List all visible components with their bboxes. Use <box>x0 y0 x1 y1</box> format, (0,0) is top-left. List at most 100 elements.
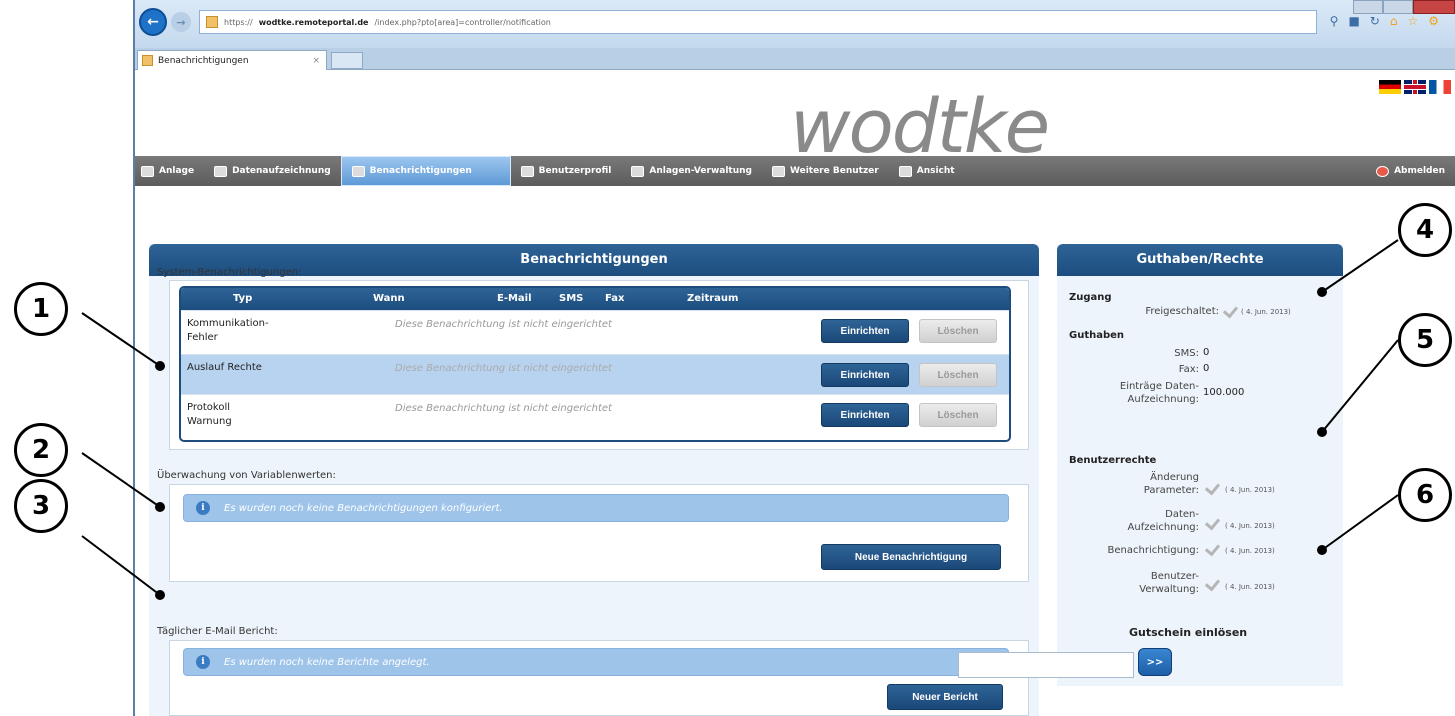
menu-item-weitere-benutzer[interactable]: Weitere Benutzer <box>762 156 889 186</box>
new-report-button[interactable]: Neuer Bericht <box>887 684 1003 710</box>
menu-item-anlagen-verwaltung[interactable]: Anlagen-Verwaltung <box>621 156 762 186</box>
right-label-4b: Verwaltung: <box>1139 584 1199 595</box>
minimize-icon[interactable] <box>1353 0 1383 14</box>
col-typ: Typ <box>233 293 253 304</box>
back-arrow-icon[interactable]: ← <box>139 8 167 36</box>
check-icon <box>1223 303 1239 317</box>
right-date-4: ( 4. Jun. 2013) <box>1225 583 1275 591</box>
callout-2: 2 <box>14 423 68 477</box>
home-icon[interactable]: ⌂ <box>1390 14 1398 28</box>
main-menubar: Anlage Datenaufzeichnung Benachrichtigun… <box>135 156 1455 186</box>
sms-value: 0 <box>1203 347 1210 358</box>
no-notifications-info: i Es wurden noch keine Benachrichtigunge… <box>183 494 1009 522</box>
setup-button[interactable]: Einrichten <box>821 319 909 343</box>
menu-item-label: Weitere Benutzer <box>789 166 879 176</box>
search-icon[interactable]: ⚲ <box>1330 14 1339 28</box>
menu-item-label: Anlagen-Verwaltung <box>649 166 752 176</box>
url-path: /index.php?pto[area]=controller/notifica… <box>374 17 551 27</box>
browser-tabbar: Benachrichtigungen × <box>135 48 1455 70</box>
new-notification-button[interactable]: Neue Benachrichtigung <box>821 544 1001 570</box>
fax-value: 0 <box>1203 363 1210 374</box>
col-wann: Wann <box>373 293 405 304</box>
table-row[interactable]: Protokoll Warnung Diese Benachrichtung i… <box>181 394 1009 438</box>
right-date-3: ( 4. Jun. 2013) <box>1225 547 1275 555</box>
delete-button[interactable]: Löschen <box>919 403 997 427</box>
voucher-title: Gutschein einlösen <box>1129 626 1248 639</box>
table-header: Typ Wann E-Mail SMS Fax Zeitraum <box>181 288 1009 310</box>
screenshot-stage: ← → https:// wodtke.remoteportal.de /ind… <box>0 0 1455 716</box>
flag-de-icon[interactable] <box>1379 80 1401 94</box>
table-row[interactable]: Kommunikation- Fehler Diese Benachrichtu… <box>181 310 1009 354</box>
tab-favicon-icon <box>142 55 153 66</box>
entries-label-1: Einträge Daten- <box>1119 381 1199 392</box>
user-icon <box>520 165 534 177</box>
menu-item-ansicht[interactable]: Ansicht <box>889 156 965 186</box>
site-favicon-icon <box>206 16 218 28</box>
url-prefix: https:// <box>224 17 253 27</box>
sms-label: SMS: <box>1174 348 1199 359</box>
tab-close-icon[interactable]: × <box>312 56 320 66</box>
info-icon: i <box>196 501 210 515</box>
lock-icon: ■ <box>1348 14 1360 28</box>
window-controls <box>1353 0 1455 14</box>
check-icon <box>1205 576 1221 590</box>
side-panel-title: Guthaben/Rechte <box>1057 244 1343 276</box>
menu-item-benutzerprofil[interactable]: Benutzerprofil <box>511 156 622 186</box>
col-fax: Fax <box>605 293 625 304</box>
logout-icon <box>1376 165 1390 177</box>
col-zeitraum: Zeitraum <box>687 293 739 304</box>
rights-heading: Benutzerrechte <box>1069 455 1157 466</box>
menu-item-label: Ansicht <box>916 166 955 176</box>
row-message: Diese Benachrichtung ist nicht eingerich… <box>395 403 612 414</box>
plant-icon <box>141 165 154 177</box>
setup-button[interactable]: Einrichten <box>821 363 909 387</box>
maximize-icon[interactable] <box>1383 0 1413 14</box>
plant-admin-icon <box>631 165 645 177</box>
setup-button[interactable]: Einrichten <box>821 403 909 427</box>
right-label-4a: Benutzer- <box>1150 571 1199 582</box>
right-label-2a: Daten- <box>1165 509 1199 520</box>
access-date: ( 4. Jun. 2013) <box>1241 308 1291 316</box>
delete-button[interactable]: Löschen <box>919 319 997 343</box>
row-type: Kommunikation- Fehler <box>187 318 269 343</box>
refresh-icon[interactable]: ↻ <box>1370 14 1380 28</box>
right-date-2: ( 4. Jun. 2013) <box>1225 522 1275 530</box>
menu-item-label: Abmelden <box>1394 166 1445 176</box>
browser-titlebar: ← → https:// wodtke.remoteportal.de /ind… <box>135 0 1455 48</box>
entries-value: 100.000 <box>1203 387 1245 398</box>
address-bar-actions: ⚲ ■ ↻ ⌂ ☆ ⚙ <box>1330 14 1439 28</box>
forward-arrow-icon[interactable]: → <box>171 12 191 32</box>
row-message: Diese Benachrichtung ist nicht eingerich… <box>395 319 612 330</box>
view-icon <box>898 165 912 177</box>
voucher-input[interactable] <box>958 652 1134 678</box>
voucher-submit-button[interactable]: >> <box>1138 648 1172 676</box>
right-label-3: Benachrichtigung: <box>1107 545 1199 556</box>
notification-icon <box>351 165 365 177</box>
delete-button[interactable]: Löschen <box>919 363 997 387</box>
address-bar[interactable]: https:// wodtke.remoteportal.de /index.p… <box>199 10 1317 34</box>
access-heading: Zugang <box>1069 292 1112 303</box>
callout-5: 5 <box>1398 313 1452 367</box>
check-icon <box>1205 480 1221 494</box>
menu-item-anlage[interactable]: Anlage <box>135 156 204 186</box>
table-row[interactable]: Auslauf Rechte Diese Benachrichtung ist … <box>181 354 1009 394</box>
access-label: Freigeschaltet: <box>1145 306 1219 317</box>
flag-fr-icon[interactable] <box>1429 80 1451 94</box>
daily-report-label: Täglicher E-Mail Bericht: <box>157 626 278 637</box>
new-tab-button[interactable] <box>331 52 363 69</box>
menu-item-abmelden[interactable]: Abmelden <box>1366 156 1455 186</box>
fax-label: Fax: <box>1178 364 1199 375</box>
users-icon <box>771 165 785 177</box>
browser-tab[interactable]: Benachrichtigungen × <box>137 50 327 70</box>
menu-item-label: Anlage <box>159 166 195 176</box>
entries-label-2: Aufzeichnung: <box>1127 394 1199 405</box>
star-icon[interactable]: ☆ <box>1407 14 1418 28</box>
callout-6: 6 <box>1398 468 1452 522</box>
gear-icon[interactable]: ⚙ <box>1428 14 1439 28</box>
close-icon[interactable] <box>1413 0 1455 14</box>
menu-item-label: Benutzerprofil <box>538 166 612 176</box>
menu-item-benachrichtigungen[interactable]: Benachrichtigungen <box>340 156 511 186</box>
flag-gb-icon[interactable] <box>1404 80 1426 94</box>
menu-item-datenaufzeichnung[interactable]: Datenaufzeichnung <box>204 156 341 186</box>
check-icon <box>1205 515 1221 529</box>
